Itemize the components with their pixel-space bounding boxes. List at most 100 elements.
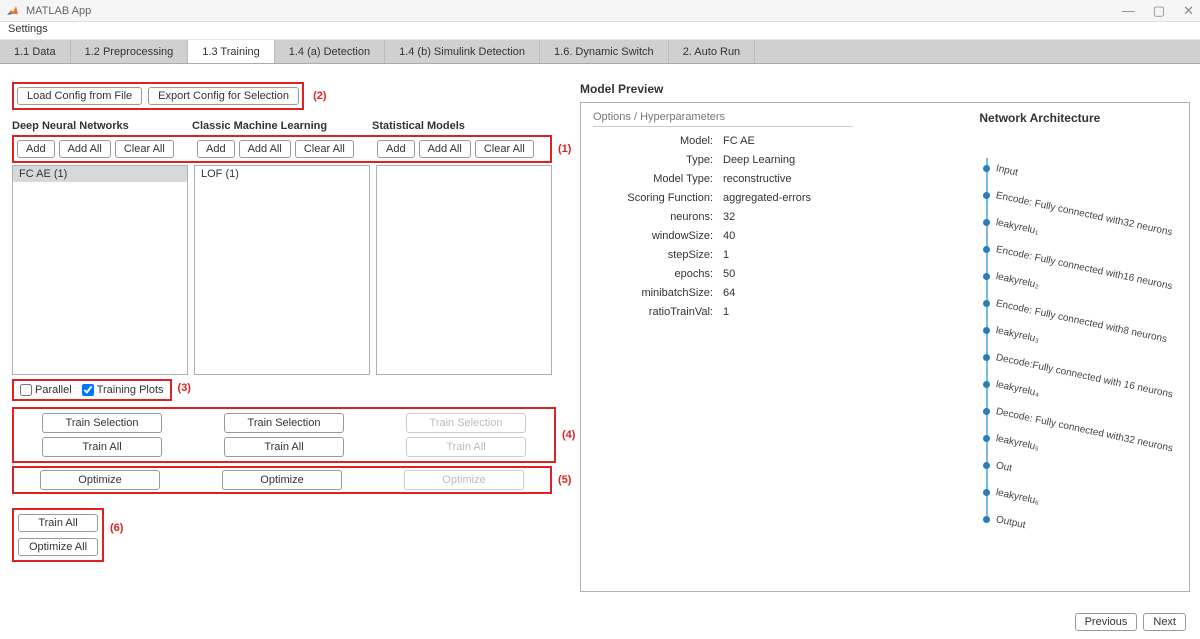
graph-node-label: Out bbox=[995, 460, 1013, 474]
hp-label: Scoring Function: bbox=[593, 192, 723, 204]
graph-node-label: Output bbox=[995, 514, 1027, 531]
tab-4[interactable]: 1.4 (b) Simulink Detection bbox=[385, 40, 540, 63]
hp-value: 50 bbox=[723, 268, 735, 280]
graph-node-dot bbox=[983, 462, 990, 469]
hp-value: FC AE bbox=[723, 135, 755, 147]
dnn-train-all-button[interactable]: Train All bbox=[42, 437, 162, 457]
dnn-optimize-button[interactable]: Optimize bbox=[40, 470, 160, 490]
window-title: MATLAB App bbox=[26, 5, 1122, 17]
optimize-all-global-button[interactable]: Optimize All bbox=[18, 538, 98, 556]
graph-node-label: leakyrelu₅ bbox=[995, 433, 1040, 453]
tab-bar: 1.1 Data1.2 Preprocessing1.3 Training1.4… bbox=[0, 40, 1200, 64]
graph-node-dot bbox=[983, 192, 990, 199]
cml-addall-button[interactable]: Add All bbox=[239, 140, 291, 158]
graph-node-dot bbox=[983, 516, 990, 523]
graph-node-label: Input bbox=[995, 163, 1019, 178]
graph-node-dot bbox=[983, 489, 990, 496]
graph-node-dot bbox=[983, 219, 990, 226]
dnn-header: Deep Neural Networks bbox=[12, 120, 186, 132]
hp-label: windowSize: bbox=[593, 230, 723, 242]
hp-label: stepSize: bbox=[593, 249, 723, 261]
hp-label: minibatchSize: bbox=[593, 287, 723, 299]
tab-5[interactable]: 1.6. Dynamic Switch bbox=[540, 40, 669, 63]
cml-train-all-button[interactable]: Train All bbox=[224, 437, 344, 457]
hp-value: 1 bbox=[723, 249, 729, 261]
graph-node-label: leakyrelu₄ bbox=[995, 379, 1040, 399]
minimize-icon[interactable]: — bbox=[1122, 3, 1135, 19]
stat-listbox[interactable] bbox=[376, 165, 552, 375]
tab-1[interactable]: 1.2 Preprocessing bbox=[71, 40, 189, 63]
hp-value: aggregated-errors bbox=[723, 192, 811, 204]
hp-label: ratioTrainVal: bbox=[593, 306, 723, 318]
stat-addall-button[interactable]: Add All bbox=[419, 140, 471, 158]
tab-6[interactable]: 2. Auto Run bbox=[669, 40, 756, 63]
hp-value: reconstructive bbox=[723, 173, 791, 185]
hp-value: Deep Learning bbox=[723, 154, 795, 166]
stat-clearall-button[interactable]: Clear All bbox=[475, 140, 534, 158]
graph-node-dot bbox=[983, 381, 990, 388]
model-preview-panel: Options / Hyperparameters Model:FC AETyp… bbox=[580, 102, 1190, 592]
stat-header: Statistical Models bbox=[372, 120, 546, 132]
cml-optimize-button[interactable]: Optimize bbox=[222, 470, 342, 490]
hp-label: Type: bbox=[593, 154, 723, 166]
training-plots-checkbox[interactable] bbox=[82, 384, 94, 396]
export-config-button[interactable]: Export Config for Selection bbox=[148, 87, 299, 105]
annotation-5: (5) bbox=[558, 474, 571, 486]
load-config-button[interactable]: Load Config from File bbox=[17, 87, 142, 105]
architecture-title: Network Architecture bbox=[903, 111, 1177, 125]
hp-label: Model Type: bbox=[593, 173, 723, 185]
stat-add-button[interactable]: Add bbox=[377, 140, 415, 158]
training-plots-checkbox-label[interactable]: Training Plots bbox=[82, 384, 164, 396]
hp-value: 1 bbox=[723, 306, 729, 318]
graph-node-dot bbox=[983, 300, 990, 307]
menu-settings[interactable]: Settings bbox=[8, 23, 48, 35]
previous-button[interactable]: Previous bbox=[1075, 613, 1138, 631]
parallel-checkbox[interactable] bbox=[20, 384, 32, 396]
model-preview-title: Model Preview bbox=[580, 82, 1190, 96]
graph-node-dot bbox=[983, 354, 990, 361]
graph-node-label: leakyrelu₃ bbox=[995, 325, 1040, 345]
cml-header: Classic Machine Learning bbox=[192, 120, 366, 132]
hp-label: epochs: bbox=[593, 268, 723, 280]
stat-train-selection-button[interactable]: Train Selection bbox=[406, 413, 526, 433]
cml-train-selection-button[interactable]: Train Selection bbox=[224, 413, 344, 433]
graph-node-dot bbox=[983, 246, 990, 253]
parallel-checkbox-label[interactable]: Parallel bbox=[20, 384, 72, 396]
annotation-4: (4) bbox=[562, 429, 575, 441]
cml-add-button[interactable]: Add bbox=[197, 140, 235, 158]
dnn-listbox[interactable]: FC AE (1) bbox=[12, 165, 188, 375]
tab-2[interactable]: 1.3 Training bbox=[188, 40, 274, 63]
stat-train-all-button[interactable]: Train All bbox=[406, 437, 526, 457]
annotation-3: (3) bbox=[178, 382, 191, 394]
graph-node-label: leakyrelu₂ bbox=[995, 271, 1040, 291]
annotation-1: (1) bbox=[558, 143, 571, 155]
list-item[interactable]: FC AE (1) bbox=[13, 166, 187, 182]
tab-0[interactable]: 1.1 Data bbox=[0, 40, 71, 63]
annotation-6: (6) bbox=[110, 522, 123, 534]
next-button[interactable]: Next bbox=[1143, 613, 1186, 631]
graph-node-dot bbox=[983, 435, 990, 442]
hyperparameters-header: Options / Hyperparameters bbox=[593, 111, 853, 127]
graph-node-dot bbox=[983, 165, 990, 172]
maximize-icon[interactable]: ▢ bbox=[1153, 3, 1165, 19]
dnn-add-button[interactable]: Add bbox=[17, 140, 55, 158]
hp-value: 64 bbox=[723, 287, 735, 299]
architecture-graph: InputEncode: Fully connected with32 neur… bbox=[983, 155, 1177, 533]
hp-value: 40 bbox=[723, 230, 735, 242]
graph-node-label: leakyrelu₁ bbox=[995, 217, 1040, 237]
matlab-icon bbox=[6, 4, 20, 18]
cml-listbox[interactable]: LOF (1) bbox=[194, 165, 370, 375]
train-all-global-button[interactable]: Train All bbox=[18, 514, 98, 532]
annotation-2: (2) bbox=[313, 90, 326, 102]
tab-3[interactable]: 1.4 (a) Detection bbox=[275, 40, 385, 63]
dnn-addall-button[interactable]: Add All bbox=[59, 140, 111, 158]
close-icon[interactable]: ✕ bbox=[1183, 3, 1194, 19]
stat-optimize-button[interactable]: Optimize bbox=[404, 470, 524, 490]
dnn-clearall-button[interactable]: Clear All bbox=[115, 140, 174, 158]
dnn-train-selection-button[interactable]: Train Selection bbox=[42, 413, 162, 433]
cml-clearall-button[interactable]: Clear All bbox=[295, 140, 354, 158]
hp-value: 32 bbox=[723, 211, 735, 223]
graph-node-label: leakyrelu₆ bbox=[995, 487, 1040, 507]
list-item[interactable]: LOF (1) bbox=[195, 166, 369, 182]
graph-node-dot bbox=[983, 408, 990, 415]
